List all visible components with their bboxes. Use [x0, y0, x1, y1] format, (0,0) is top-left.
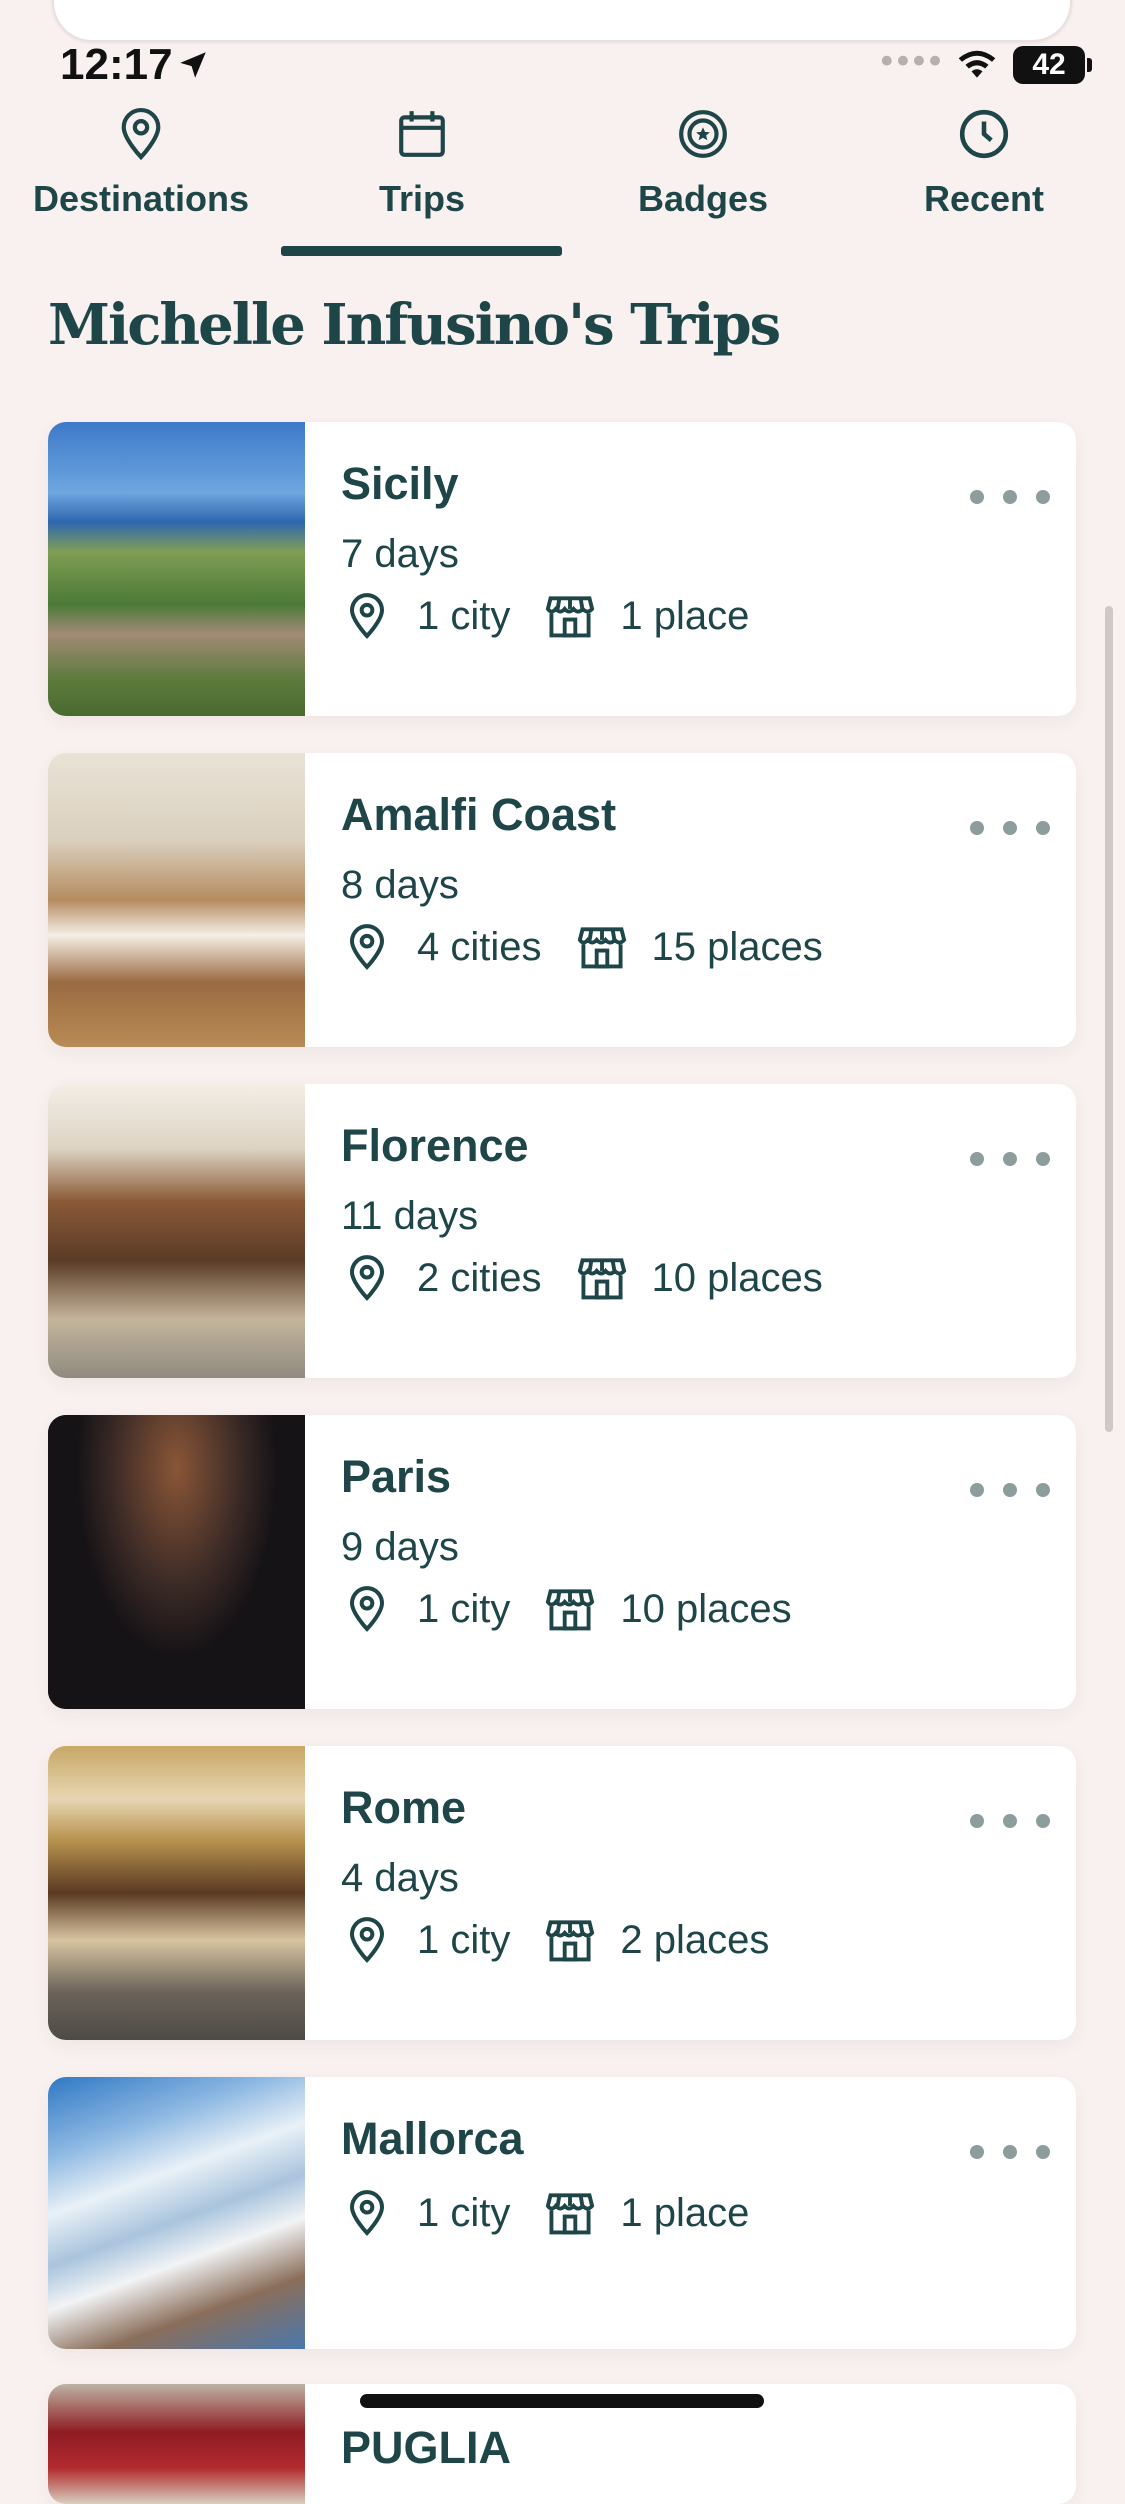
tab-label: Recent	[923, 178, 1045, 219]
trip-card-paris[interactable]: Paris 9 days 1 city 10 places	[48, 1415, 1076, 1709]
trip-places: 10 places	[651, 1255, 823, 1300]
cellular-dots-icon: ••••	[876, 42, 945, 82]
storefront-icon	[576, 921, 628, 973]
trip-days: 4 days	[341, 1856, 459, 1900]
trip-cities: 2 cities	[417, 1255, 542, 1300]
trip-thumbnail	[48, 753, 305, 1047]
tab-destinations[interactable]: Destinations	[0, 100, 282, 250]
trip-thumbnail	[48, 1746, 305, 2040]
trip-card-rome[interactable]: Rome 4 days 1 city 2 places	[48, 1746, 1076, 2040]
map-pin-icon	[118, 104, 164, 164]
page-title: Michelle Infusino's Trips	[48, 292, 781, 358]
trip-thumbnail	[48, 2384, 305, 2504]
trip-body: Paris 9 days 1 city 10 places	[341, 1415, 1076, 1709]
tab-recent[interactable]: Recent	[843, 100, 1125, 250]
trip-card-sicily[interactable]: Sicily 7 days 1 city 1 place	[48, 422, 1076, 716]
trip-body: Mallorca 1 city 1 place	[341, 2077, 1076, 2349]
battery-level: 42	[1032, 48, 1066, 81]
storefront-icon	[544, 2187, 596, 2239]
trip-thumbnail	[48, 2077, 305, 2349]
tab-badges[interactable]: Badges	[562, 100, 844, 250]
map-pin-icon	[341, 1914, 393, 1966]
trip-places: 1 place	[620, 593, 750, 638]
clock-icon	[957, 104, 1011, 164]
trip-name: Florence	[341, 1120, 529, 1171]
trip-cities: 4 cities	[417, 924, 542, 969]
tab-trips[interactable]: Trips	[281, 100, 563, 250]
map-pin-icon	[341, 921, 393, 973]
badge-icon	[676, 104, 730, 164]
trip-places: 10 places	[620, 1586, 792, 1631]
trip-thumbnail	[48, 1415, 305, 1709]
status-right: •••• 42	[877, 42, 1092, 84]
trip-body: Sicily 7 days 1 city 1 place	[341, 422, 1076, 716]
trip-card-florence[interactable]: Florence 11 days 2 cities 10 places	[48, 1084, 1076, 1378]
trip-body: Florence 11 days 2 cities 10 places	[341, 1084, 1076, 1378]
trip-meta: 4 cities 15 places	[341, 921, 857, 973]
tab-bar: Destinations Trips Badges Recent	[0, 100, 1125, 260]
trip-days: 8 days	[341, 863, 459, 907]
storefront-icon	[544, 590, 596, 642]
map-pin-icon	[341, 1252, 393, 1304]
trip-name: Amalfi Coast	[341, 789, 617, 840]
tab-label: Destinations	[32, 178, 250, 219]
trip-meta: 1 city 10 places	[341, 1583, 826, 1635]
trip-cities: 1 city	[417, 593, 511, 638]
trip-days: 9 days	[341, 1525, 459, 1569]
more-options-button[interactable]	[970, 1475, 1050, 1505]
trip-cities: 1 city	[417, 1586, 511, 1631]
trip-days: 11 days	[341, 1194, 479, 1238]
map-pin-icon	[341, 590, 393, 642]
trip-meta: 1 city 2 places	[341, 1914, 803, 1966]
trip-meta: 1 city 1 place	[341, 590, 783, 642]
location-arrow-icon	[176, 48, 210, 86]
map-pin-icon	[341, 2187, 393, 2239]
tab-label: Badges	[637, 178, 769, 219]
map-pin-icon	[341, 1583, 393, 1635]
trip-name: PUGLIA	[341, 2422, 512, 2473]
trip-card-mallorca[interactable]: Mallorca 1 city 1 place	[48, 2077, 1076, 2349]
more-options-button[interactable]	[970, 813, 1050, 843]
tab-label: Trips	[378, 178, 466, 219]
trip-name: Sicily	[341, 458, 459, 509]
trip-places: 1 place	[620, 2190, 750, 2235]
trip-places: 15 places	[651, 924, 823, 969]
trip-body: Amalfi Coast 8 days 4 cities 15 places	[341, 753, 1076, 1047]
more-options-button[interactable]	[970, 482, 1050, 512]
trip-meta: 2 cities 10 places	[341, 1252, 857, 1304]
trip-name: Mallorca	[341, 2113, 524, 2164]
storefront-icon	[576, 1252, 628, 1304]
more-options-button[interactable]	[970, 1806, 1050, 1836]
storefront-icon	[544, 1914, 596, 1966]
trip-places: 2 places	[620, 1917, 770, 1962]
scrollbar[interactable]	[1105, 606, 1113, 1432]
trip-name: Paris	[341, 1451, 452, 1502]
trip-thumbnail	[48, 1084, 305, 1378]
trip-days: 7 days	[341, 532, 459, 576]
status-time: 12:17	[60, 40, 173, 89]
trip-cities: 1 city	[417, 1917, 511, 1962]
trip-meta: 1 city 1 place	[341, 2187, 783, 2239]
trip-thumbnail	[48, 422, 305, 716]
trip-cities: 1 city	[417, 2190, 511, 2235]
trip-name: Rome	[341, 1782, 467, 1833]
battery-indicator: 42	[1013, 46, 1092, 84]
trip-body: Rome 4 days 1 city 2 places	[341, 1746, 1076, 2040]
trip-card-amalfi-coast[interactable]: Amalfi Coast 8 days 4 cities 15 places	[48, 753, 1076, 1047]
active-tab-indicator	[281, 246, 562, 256]
more-options-button[interactable]	[970, 2137, 1050, 2167]
calendar-icon	[395, 104, 449, 164]
wifi-icon	[955, 46, 999, 84]
more-options-button[interactable]	[970, 1144, 1050, 1174]
home-indicator[interactable]	[360, 2394, 764, 2408]
storefront-icon	[544, 1583, 596, 1635]
